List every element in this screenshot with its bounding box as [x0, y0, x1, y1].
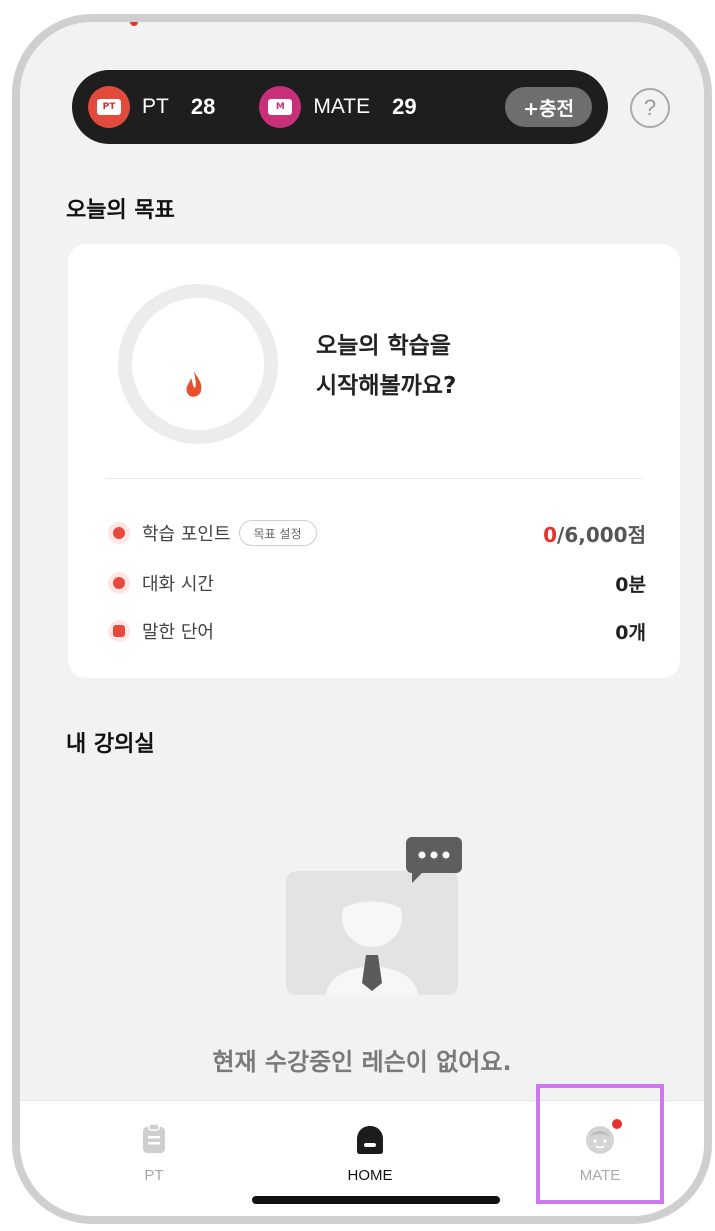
- points-target: /6,000점: [557, 522, 646, 547]
- classroom-section-title: 내 강의실: [66, 732, 155, 757]
- points-current: 0: [543, 522, 558, 547]
- goal-set-button[interactable]: 목표 설정: [238, 520, 317, 546]
- chat-icon: [108, 620, 130, 642]
- points-label: 학습 포인트: [142, 524, 231, 545]
- home-indicator: [252, 1196, 500, 1204]
- nav-label-home: HOME: [347, 1167, 393, 1184]
- stat-row-words: 말한 단어 0개: [108, 614, 646, 648]
- card-divider: [106, 478, 642, 479]
- goal-card[interactable]: 오늘의 학습을 시작해볼까요? 학습 포인트 목표 설정 0/6,000점 대화…: [68, 244, 680, 678]
- clipboard-icon: [143, 1123, 165, 1153]
- goal-message-line2: 시작해볼까요?: [316, 373, 457, 399]
- goal-message: 오늘의 학습을 시작해볼까요?: [316, 326, 456, 406]
- home-icon: [357, 1126, 383, 1154]
- words-value: 0개: [615, 621, 646, 644]
- help-button[interactable]: ?: [630, 88, 670, 128]
- pt-ticket-icon: PT: [88, 86, 130, 128]
- ticket-bar: PT PT 28 M MATE 29 +충전: [72, 70, 608, 144]
- pt-ticket-count: 28: [190, 94, 216, 119]
- stat-row-talk-time: 대화 시간 0분: [108, 566, 646, 600]
- empty-classroom-message: 현재 수강중인 레슨이 없어요.: [212, 1048, 512, 1076]
- words-label: 말한 단어: [142, 622, 214, 643]
- fire-icon: [108, 522, 130, 544]
- highlight-box: [536, 1084, 664, 1204]
- phone-frame: PT PT 28 M MATE 29 +충전 ? 오늘의 목표 오늘의 학습을 …: [12, 14, 712, 1224]
- mate-ticket-label: MATE: [313, 95, 371, 118]
- progress-ring: [118, 284, 278, 444]
- goal-message-line1: 오늘의 학습을: [316, 333, 451, 359]
- charge-button[interactable]: +충전: [505, 87, 592, 127]
- nav-item-pt[interactable]: PT: [94, 1123, 214, 1184]
- stat-row-points: 학습 포인트 목표 설정 0/6,000점: [108, 516, 646, 550]
- talk-time-label: 대화 시간: [142, 574, 214, 595]
- empty-teacher-illustration: [286, 837, 462, 995]
- nav-item-home[interactable]: HOME: [310, 1123, 430, 1184]
- clock-icon: [108, 572, 130, 594]
- status-dot: [130, 22, 138, 26]
- flame-icon: [186, 371, 202, 397]
- nav-label-pt: PT: [144, 1167, 164, 1184]
- pt-ticket-label: PT: [142, 95, 169, 118]
- talk-time-value: 0분: [615, 573, 646, 596]
- goal-section-title: 오늘의 목표: [66, 198, 175, 223]
- mate-ticket-count: 29: [392, 94, 417, 119]
- mate-ticket-icon: M: [259, 86, 302, 128]
- points-value: 0/6,000점: [543, 519, 646, 548]
